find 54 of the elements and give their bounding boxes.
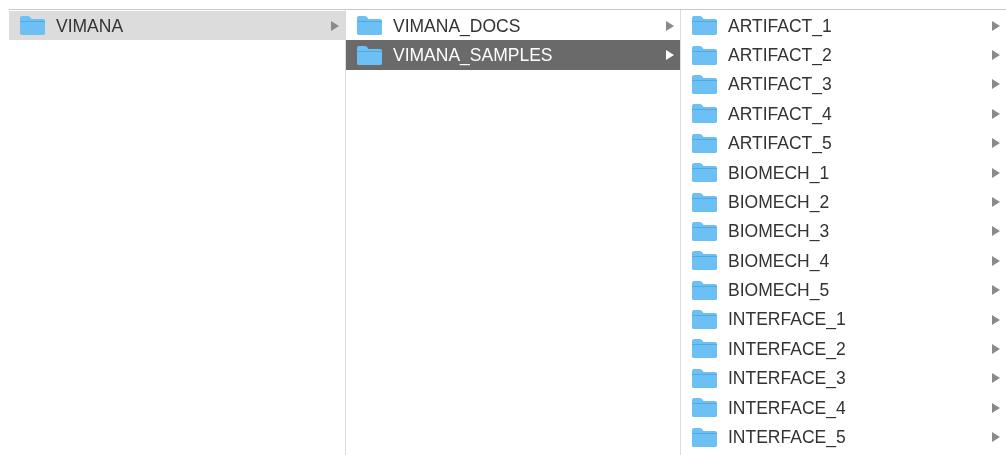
folder-icon [691,338,718,360]
folder-icon [691,15,718,37]
folder-name: ARTIFACT_3 [728,73,833,97]
folder-row[interactable]: BIOMECH_2 [681,187,1006,217]
folder-row[interactable]: INTERFACE_2 [681,334,1006,364]
folder-row[interactable]: ARTIFACT_1 [681,11,1006,41]
folder-row[interactable]: INTERFACE_3 [681,363,1006,394]
folder-icon [356,15,383,37]
folder-name: INTERFACE_4 [728,396,847,421]
folder-icon [691,279,718,301]
folder-icon [356,44,383,66]
folder-name: BIOMECH_2 [728,190,831,215]
folder-name: ARTIFACT_4 [728,102,833,127]
folder-row[interactable]: ARTIFACT_3 [681,69,1006,100]
folder-name: INTERFACE_3 [728,367,847,391]
folder-row[interactable]: VIMANA_DOCS [346,11,680,41]
folder-name: BIOMECH_5 [728,279,831,303]
folder-icon [691,162,718,184]
folder-icon [691,220,718,242]
folder-name: INTERFACE_1 [728,308,847,332]
folder-row[interactable]: INTERFACE_5 [681,422,1006,452]
folder-name: ARTIFACT_5 [728,132,833,156]
folder-icon [691,44,718,66]
folder-icon [691,397,718,419]
folder-row[interactable]: VIMANA [9,11,345,41]
folder-row[interactable]: INTERFACE_4 [681,393,1006,423]
folder-icon [691,103,718,125]
folder-name: ARTIFACT_1 [728,14,833,39]
folder-row[interactable]: BIOMECH_3 [681,216,1006,247]
folder-row[interactable]: ARTIFACT_5 [681,128,1006,158]
folder-icon [691,426,718,448]
folder-row[interactable]: VIMANA_SAMPLES [346,40,680,70]
folder-name: VIMANA_SAMPLES [393,43,554,68]
folder-icon [691,191,718,213]
folder-row[interactable]: BIOMECH_5 [681,275,1006,305]
folder-name: BIOMECH_3 [728,220,831,244]
folder-row[interactable]: ARTIFACT_4 [681,99,1006,129]
folder-row[interactable]: BIOMECH_4 [681,246,1006,276]
folder-name: VIMANA_DOCS [393,14,522,39]
folder-name: INTERFACE_2 [728,337,847,362]
folder-icon [691,73,718,95]
folder-icon [19,15,46,37]
folder-icon [691,132,718,154]
folder-row[interactable]: BIOMECH_1 [681,157,1006,188]
folder-icon [691,309,718,331]
folder-name: BIOMECH_1 [728,161,831,186]
folder-name: BIOMECH_4 [728,249,831,274]
folder-row[interactable]: INTERFACE_1 [681,304,1006,335]
folder-row[interactable]: ARTIFACT_2 [681,40,1006,70]
folder-name: VIMANA [56,14,125,38]
folder-name: INTERFACE_5 [728,426,847,450]
folder-icon [691,367,718,389]
folder-name: ARTIFACT_2 [728,43,833,68]
folder-icon [691,250,718,272]
